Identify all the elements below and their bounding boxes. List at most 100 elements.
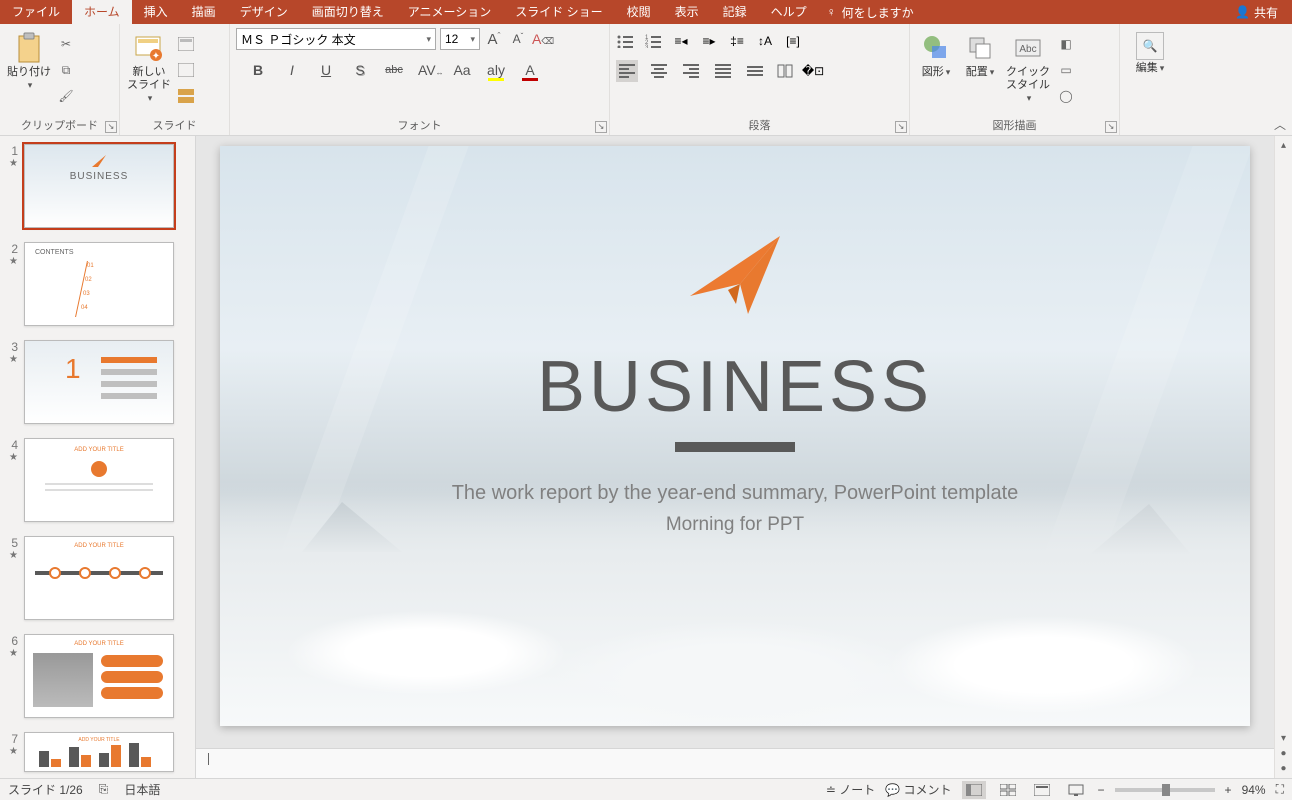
animation-indicator-icon: ★: [9, 452, 18, 463]
fill-icon: ◧: [1060, 37, 1071, 51]
shape-outline-button[interactable]: ▭: [1056, 60, 1076, 80]
tab-home[interactable]: ホーム: [72, 0, 132, 24]
clear-formatting-button[interactable]: A⌫: [532, 31, 552, 47]
scroll-down-button[interactable]: ▾: [1279, 731, 1288, 746]
share-button[interactable]: 👤 共有: [1221, 4, 1292, 21]
tab-transitions[interactable]: 画面切り替え: [300, 0, 396, 24]
numbering-button[interactable]: 123: [644, 32, 662, 50]
chevron-down-icon: ▾: [470, 34, 475, 45]
line-spacing-button[interactable]: ‡≡: [728, 32, 746, 50]
tab-insert[interactable]: 挿入: [132, 0, 180, 24]
slide-thumbnail-panel[interactable]: 1★ BUSINESS 2★ CONTENTS 01 02 03 04 3★ 1: [0, 136, 196, 778]
decrease-font-button[interactable]: Aˇ: [508, 32, 528, 46]
font-color-button[interactable]: A: [520, 62, 540, 78]
paste-button[interactable]: 貼り付け: [6, 28, 52, 92]
distribute-button[interactable]: [744, 60, 766, 82]
tab-slideshow[interactable]: スライド ショー: [503, 0, 614, 24]
columns-button[interactable]: [776, 62, 794, 80]
slideshow-view-button[interactable]: [1064, 781, 1088, 799]
increase-indent-button[interactable]: ≡▸: [700, 32, 718, 50]
thumb-number: 2: [4, 242, 18, 256]
vertical-scrollbar[interactable]: ▴ ▾ ⦁ ⦁: [1274, 136, 1292, 778]
editing-button[interactable]: 🔍 編集: [1130, 28, 1170, 75]
slide-subtitle-1[interactable]: The work report by the year-end summary,…: [220, 482, 1250, 505]
zoom-in-button[interactable]: +: [1225, 783, 1232, 797]
font-name-combo[interactable]: ＭＳ Ｐゴシック 本文▾: [236, 28, 436, 50]
decrease-indent-button[interactable]: ≡◂: [672, 32, 690, 50]
tab-design[interactable]: デザイン: [228, 0, 300, 24]
fit-to-window-button[interactable]: ⛶: [1276, 782, 1284, 797]
increase-font-button[interactable]: Aˆ: [484, 31, 504, 48]
slide-title[interactable]: BUSINESS: [220, 346, 1250, 428]
format-painter-button[interactable]: 🖌: [56, 86, 76, 106]
cut-button[interactable]: ✂: [56, 34, 76, 54]
notes-toggle[interactable]: ≐ ノート: [826, 781, 875, 798]
thumbnail-5[interactable]: 5★ ADD YOUR TITLE: [4, 536, 187, 620]
language-indicator[interactable]: 日本語: [124, 781, 160, 798]
shape-effects-button[interactable]: ◯: [1056, 86, 1076, 106]
thumbnail-6[interactable]: 6★ ADD YOUR TITLE: [4, 634, 187, 718]
italic-button[interactable]: I: [282, 62, 302, 78]
slide-counter[interactable]: スライド 1/26: [8, 781, 83, 798]
thumbnail-4[interactable]: 4★ ADD YOUR TITLE: [4, 438, 187, 522]
scroll-up-button[interactable]: ▴: [1279, 138, 1288, 153]
slide-canvas[interactable]: BUSINESS The work report by the year-end…: [220, 146, 1250, 726]
text-direction-button[interactable]: ↕A: [756, 32, 774, 50]
bold-button[interactable]: B: [248, 62, 268, 78]
section-button[interactable]: [176, 86, 196, 106]
thumbnail-1[interactable]: 1★ BUSINESS: [4, 144, 187, 228]
tab-help[interactable]: ヘルプ: [759, 0, 819, 24]
strikethrough-button[interactable]: abc: [384, 64, 404, 76]
zoom-level[interactable]: 94%: [1242, 783, 1266, 797]
reset-button[interactable]: [176, 60, 196, 80]
align-left-button[interactable]: [616, 60, 638, 82]
thumbnail-2[interactable]: 2★ CONTENTS 01 02 03 04: [4, 242, 187, 326]
font-dialog-launcher[interactable]: ↘: [595, 121, 607, 133]
change-case-button[interactable]: Aa: [452, 62, 472, 78]
comments-toggle[interactable]: 💬 コメント: [885, 781, 951, 798]
group-slides: ✦ 新しい スライド スライド: [120, 24, 230, 135]
zoom-slider[interactable]: [1115, 788, 1215, 792]
reading-view-button[interactable]: [1030, 781, 1054, 799]
justify-button[interactable]: [712, 60, 734, 82]
paragraph-dialog-launcher[interactable]: ↘: [895, 121, 907, 133]
zoom-out-button[interactable]: −: [1098, 783, 1105, 797]
slide-subtitle-2[interactable]: Morning for PPT: [220, 514, 1250, 536]
bullets-button[interactable]: [616, 32, 634, 50]
char-spacing-button[interactable]: AV↔: [418, 62, 438, 78]
convert-smartart-button[interactable]: �⊡: [804, 62, 822, 80]
quick-styles-button[interactable]: Abc クイック スタイル: [1004, 28, 1052, 106]
prev-slide-button[interactable]: ⦁: [1279, 746, 1288, 761]
tab-review[interactable]: 校閲: [615, 0, 663, 24]
shadow-button[interactable]: S: [350, 62, 370, 78]
thumbnail-7[interactable]: 7★ ADD YOUR TITLE: [4, 732, 187, 772]
align-right-button[interactable]: [680, 60, 702, 82]
notes-pane[interactable]: [196, 748, 1274, 778]
underline-button[interactable]: U: [316, 62, 336, 78]
tab-file[interactable]: ファイル: [0, 0, 72, 24]
accessibility-icon[interactable]: ⎘: [99, 782, 109, 797]
collapse-ribbon-button[interactable]: ︿: [1274, 116, 1286, 133]
clipboard-dialog-launcher[interactable]: ↘: [105, 121, 117, 133]
tell-me-search[interactable]: ♀ 何をしますか: [827, 4, 914, 21]
shapes-button[interactable]: 図形: [916, 28, 956, 79]
shape-fill-button[interactable]: ◧: [1056, 34, 1076, 54]
layout-button[interactable]: [176, 34, 196, 54]
new-slide-button[interactable]: ✦ 新しい スライド: [126, 28, 172, 106]
tab-draw[interactable]: 描画: [180, 0, 228, 24]
next-slide-button[interactable]: ⦁: [1279, 761, 1288, 776]
copy-button[interactable]: ⧉: [56, 60, 76, 80]
arrange-button[interactable]: 配置: [960, 28, 1000, 79]
drawing-dialog-launcher[interactable]: ↘: [1105, 121, 1117, 133]
normal-view-button[interactable]: [962, 781, 986, 799]
tab-record[interactable]: 記録: [711, 0, 759, 24]
highlight-color-button[interactable]: aly: [486, 62, 506, 78]
thumbnail-3[interactable]: 3★ 1: [4, 340, 187, 424]
sorter-view-button[interactable]: [996, 781, 1020, 799]
tab-view[interactable]: 表示: [663, 0, 711, 24]
tab-animations[interactable]: アニメーション: [396, 0, 504, 24]
align-center-button[interactable]: [648, 60, 670, 82]
font-size-combo[interactable]: 12▾: [440, 28, 480, 50]
align-text-button[interactable]: [≡]: [784, 32, 802, 50]
workspace: 1★ BUSINESS 2★ CONTENTS 01 02 03 04 3★ 1: [0, 136, 1292, 778]
